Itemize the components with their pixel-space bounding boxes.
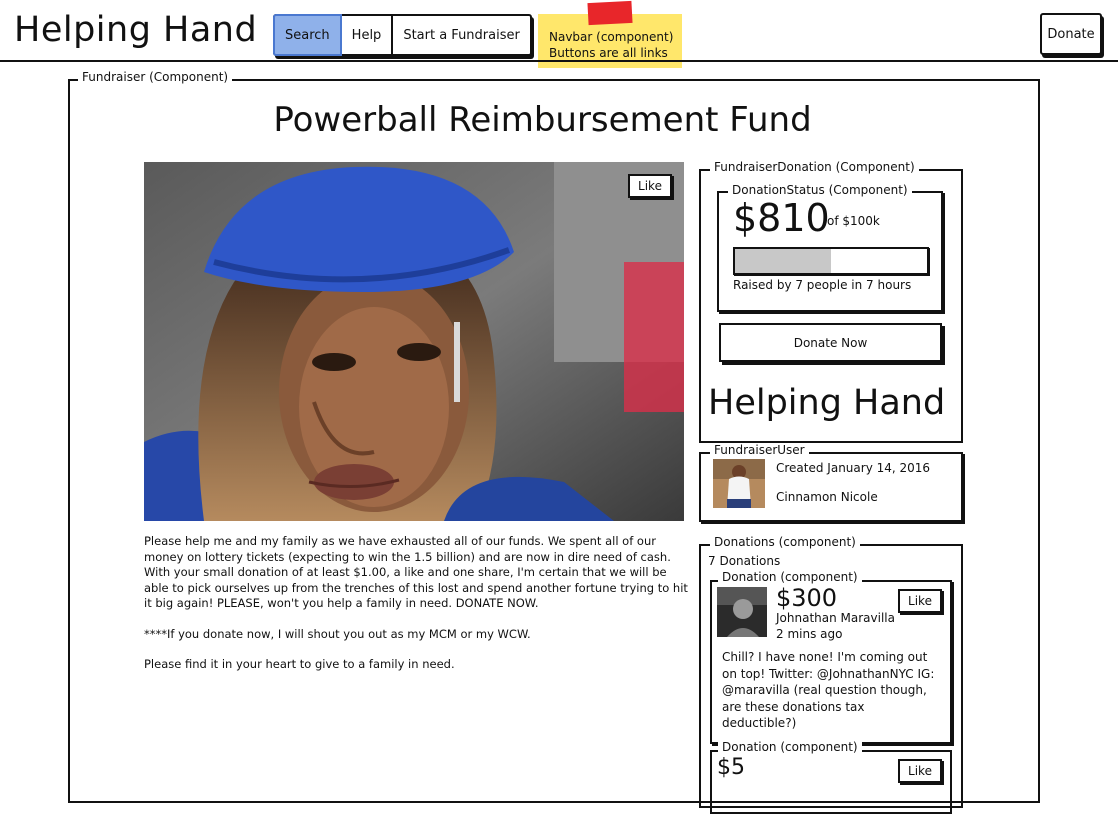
goal-amount: of $100k: [827, 214, 880, 228]
nav-start-fundraiser-link[interactable]: Start a Fundraiser: [393, 16, 530, 54]
fundraiser-photo-image: [144, 162, 684, 521]
user-avatar-image: [713, 459, 765, 508]
sticky-note-line-2: Buttons are all links: [549, 46, 668, 60]
donor-name[interactable]: Johnathan Maravilla: [776, 611, 895, 625]
donation-time: 2 mins ago: [776, 627, 843, 641]
fundraiser-title: Powerball Reimbursement Fund: [273, 100, 812, 140]
progress-bar: [733, 247, 929, 275]
story-paragraph: ****If you donate now, I will shout you …: [144, 626, 531, 641]
brand-logo[interactable]: Helping Hand: [14, 10, 257, 50]
donation-amount: $5: [717, 755, 745, 780]
donate-nav-button[interactable]: Donate: [1040, 13, 1102, 55]
donation-component-label: Donation (component): [718, 740, 862, 754]
created-date: Created January 14, 2016: [776, 461, 931, 475]
donation-component-label: Donation (component): [718, 570, 862, 584]
navbar-links: Search Help Start a Fundraiser: [273, 14, 532, 56]
user-avatar[interactable]: [713, 459, 765, 508]
donation-like-button[interactable]: Like: [898, 759, 942, 783]
fundraiser-photo: [144, 162, 684, 521]
raised-amount: $810: [733, 196, 830, 240]
story-paragraph: Please help me and my family as we have …: [144, 534, 688, 610]
sticky-note-line-1: Navbar (component): [549, 30, 674, 44]
donate-now-button[interactable]: Donate Now: [719, 323, 942, 362]
progress-fill: [735, 249, 831, 273]
donations-label: Donations (component): [710, 535, 860, 549]
donor-avatar[interactable]: [717, 587, 767, 637]
tape-decoration: [587, 0, 633, 26]
fundraiser-donation-label: FundraiserDonation (Component): [710, 160, 919, 174]
navbar-divider: [0, 60, 1118, 62]
donation-message: Chill? I have none! I'm coming out on to…: [722, 650, 935, 730]
fundraiser-user-label: FundraiserUser: [710, 443, 809, 457]
donation-like-button[interactable]: Like: [898, 589, 942, 613]
nav-search-link[interactable]: Search: [273, 14, 342, 56]
donations-count: 7 Donations: [708, 554, 781, 568]
donation-amount: $300: [776, 584, 838, 612]
fundraiser-component-label: Fundraiser (Component): [78, 70, 233, 84]
donation-status-label: DonationStatus (Component): [728, 183, 912, 197]
nav-help-link[interactable]: Help: [342, 16, 394, 54]
brand-logo-large: Helping Hand: [708, 383, 946, 423]
donor-avatar-image: [717, 587, 767, 637]
photo-like-button[interactable]: Like: [628, 174, 672, 198]
story-paragraph: Please find it in your heart to give to …: [144, 657, 455, 671]
fundraiser-story: Please help me and my family as we have …: [144, 534, 689, 688]
raised-by-text: Raised by 7 people in 7 hours: [733, 278, 912, 292]
organizer-name[interactable]: Cinnamon Nicole: [776, 490, 878, 504]
